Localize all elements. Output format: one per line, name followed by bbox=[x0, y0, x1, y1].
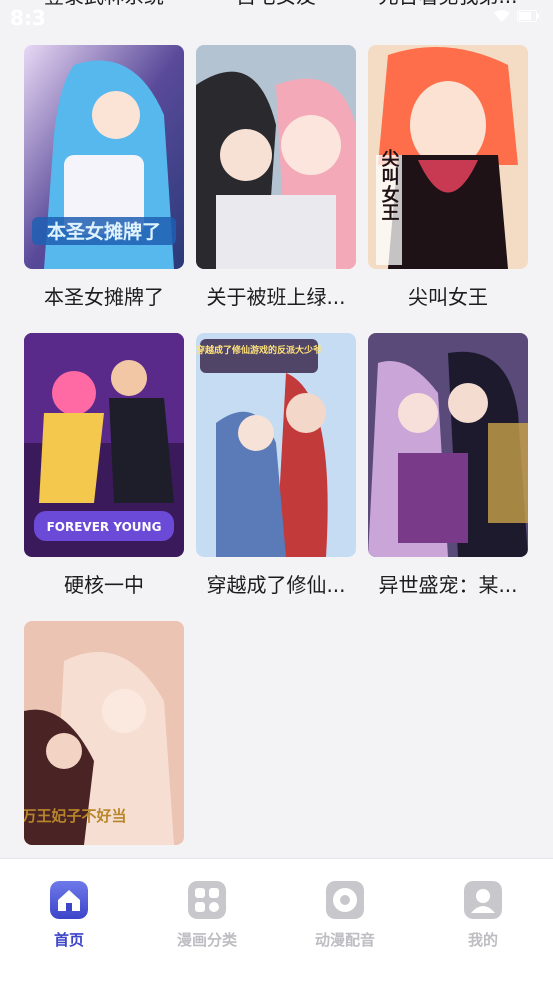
wifi-icon bbox=[494, 10, 510, 22]
comic-cover[interactable]: 万王妃子不好当 bbox=[24, 621, 184, 845]
comic-card[interactable]: 关于被班上绿... bbox=[196, 45, 356, 310]
nav-label-home: 首页 bbox=[53, 931, 84, 949]
status-icons bbox=[493, 9, 539, 23]
battery-icon bbox=[517, 10, 539, 22]
page: 8:3 登录武林系统 自宅女友 兄台看见我弟... bbox=[0, 0, 553, 985]
nav-label-anime-dubbing: 动漫配音 bbox=[314, 931, 375, 949]
comic-title[interactable]: 尖叫女王 bbox=[368, 281, 528, 310]
category-grid-icon bbox=[188, 881, 226, 919]
cover-text: 穿越成了修仙游戏的反派大少爷 bbox=[196, 344, 323, 356]
disc-icon bbox=[326, 881, 364, 919]
profile-icon bbox=[464, 881, 502, 919]
comic-cover[interactable]: 穿越成了修仙游戏的反派大少爷 bbox=[196, 333, 356, 557]
comic-cover[interactable]: 本圣女摊牌了 bbox=[24, 45, 184, 269]
comic-card[interactable]: FOREVER YOUNG 硬核一中 bbox=[24, 333, 184, 598]
comic-title[interactable]: 本圣女摊牌了 bbox=[24, 281, 184, 310]
cover-text: FOREVER YOUNG bbox=[47, 520, 162, 534]
nav-tab-profile[interactable]: 我的 bbox=[433, 881, 533, 950]
status-time: 8:3 bbox=[10, 6, 46, 30]
comic-card[interactable]: 尖叫女王 尖叫女王 bbox=[368, 45, 528, 310]
comic-title[interactable]: 异世盛宠：某... bbox=[368, 569, 528, 598]
comic-card[interactable]: 穿越成了修仙游戏的反派大少爷 穿越成了修仙... bbox=[196, 333, 356, 598]
bottom-nav: 首页 漫画分类 动漫配音 我的 bbox=[0, 858, 553, 985]
status-bar: 8:3 bbox=[0, 0, 553, 36]
cover-text: 万王妃子不好当 bbox=[24, 807, 127, 825]
nav-label-comic-category: 漫画分类 bbox=[176, 931, 237, 949]
comic-cover[interactable] bbox=[368, 333, 528, 557]
home-icon bbox=[50, 881, 88, 919]
cover-text: 本圣女摊牌了 bbox=[47, 220, 161, 243]
comic-cover[interactable] bbox=[196, 45, 356, 269]
comic-cover[interactable]: 尖叫女王 bbox=[368, 45, 528, 269]
nav-tab-anime-dubbing[interactable]: 动漫配音 bbox=[295, 881, 395, 950]
nav-label-profile: 我的 bbox=[467, 931, 498, 949]
comic-title[interactable]: 关于被班上绿... bbox=[196, 281, 356, 310]
comic-card[interactable]: 异世盛宠：某... bbox=[368, 333, 528, 598]
nav-tab-home[interactable]: 首页 bbox=[19, 881, 119, 950]
comic-title[interactable]: 穿越成了修仙... bbox=[196, 569, 356, 598]
comic-cover[interactable]: FOREVER YOUNG bbox=[24, 333, 184, 557]
cover-text: 尖叫女王 bbox=[379, 148, 400, 221]
nav-tab-comic-category[interactable]: 漫画分类 bbox=[157, 881, 257, 950]
comic-card[interactable]: 万王妃子不好当 bbox=[24, 621, 184, 845]
comic-card[interactable]: 本圣女摊牌了 本圣女摊牌了 bbox=[24, 45, 184, 310]
comic-title[interactable]: 硬核一中 bbox=[24, 569, 184, 598]
